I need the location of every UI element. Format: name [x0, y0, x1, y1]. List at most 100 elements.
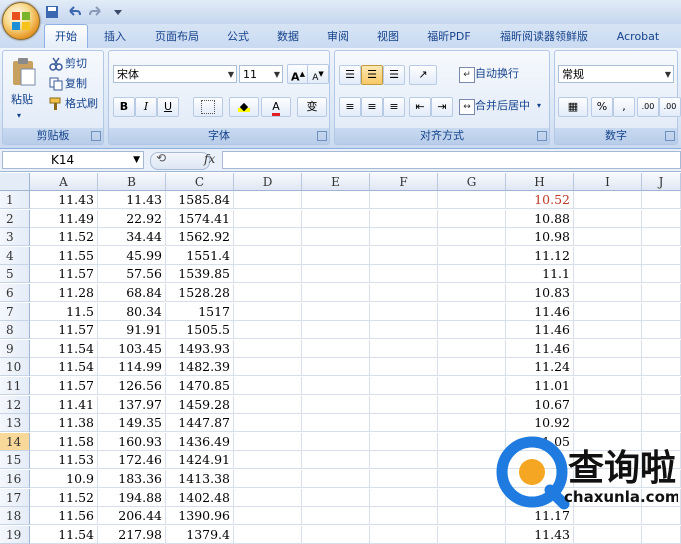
- cell-c17[interactable]: 1402.48: [166, 489, 234, 507]
- font-color-button[interactable]: A: [261, 97, 291, 117]
- cell-d10[interactable]: [234, 358, 302, 376]
- column-header-e[interactable]: E: [302, 173, 370, 191]
- cell-i6[interactable]: [574, 284, 642, 302]
- row-header[interactable]: 9: [0, 340, 30, 358]
- cell-d8[interactable]: [234, 321, 302, 339]
- cell-a6[interactable]: 11.28: [30, 284, 98, 302]
- font-name-dropdown-icon[interactable]: ▼: [228, 66, 234, 84]
- underline-button[interactable]: U: [157, 97, 179, 117]
- cell-b5[interactable]: 57.56: [98, 265, 166, 283]
- tab-foxit-pdf[interactable]: 福昕PDF: [420, 26, 478, 48]
- cut-button[interactable]: 剪切: [65, 55, 87, 73]
- cell-f11[interactable]: [370, 377, 438, 395]
- cell-i5[interactable]: [574, 265, 642, 283]
- tab-insert[interactable]: 插入: [97, 26, 133, 48]
- column-header-c[interactable]: C: [166, 173, 234, 191]
- grow-font-button[interactable]: A▲: [287, 64, 309, 84]
- formula-cancel-icon[interactable]: ⟲: [156, 151, 166, 165]
- row-header[interactable]: 8: [0, 321, 30, 339]
- cell-f6[interactable]: [370, 284, 438, 302]
- cell-b11[interactable]: 126.56: [98, 377, 166, 395]
- redo-icon[interactable]: [88, 4, 104, 20]
- cell-i3[interactable]: [574, 228, 642, 246]
- cell-j13[interactable]: [642, 414, 681, 432]
- font-size-combo[interactable]: 11 ▼: [239, 65, 283, 83]
- cell-a13[interactable]: 11.38: [30, 414, 98, 432]
- increase-indent-button[interactable]: ⇥: [431, 97, 453, 117]
- cell-f12[interactable]: [370, 396, 438, 414]
- cell-e16[interactable]: [302, 470, 370, 488]
- cell-d13[interactable]: [234, 414, 302, 432]
- row-header[interactable]: 1: [0, 191, 30, 209]
- cell-j8[interactable]: [642, 321, 681, 339]
- cell-e8[interactable]: [302, 321, 370, 339]
- cell-b6[interactable]: 68.84: [98, 284, 166, 302]
- clipboard-launcher-icon[interactable]: [91, 131, 101, 141]
- cell-e1[interactable]: [302, 191, 370, 209]
- cell-a19[interactable]: 11.54: [30, 526, 98, 544]
- cell-i12[interactable]: [574, 396, 642, 414]
- cell-g12[interactable]: [438, 396, 506, 414]
- cell-d14[interactable]: [234, 433, 302, 451]
- cell-d2[interactable]: [234, 210, 302, 228]
- format-painter-button[interactable]: 格式刷: [65, 95, 98, 113]
- align-center-button[interactable]: ≡: [361, 97, 383, 117]
- cell-b13[interactable]: 149.35: [98, 414, 166, 432]
- row-header[interactable]: 18: [0, 507, 30, 525]
- font-name-combo[interactable]: 宋体 ▼: [113, 65, 237, 83]
- cell-e3[interactable]: [302, 228, 370, 246]
- cell-b2[interactable]: 22.92: [98, 210, 166, 228]
- shrink-font-button[interactable]: A▼: [307, 64, 329, 84]
- merge-center-button[interactable]: 合并后居中: [475, 97, 530, 115]
- align-bottom-button[interactable]: ☰: [383, 65, 405, 85]
- cell-g13[interactable]: [438, 414, 506, 432]
- cell-d11[interactable]: [234, 377, 302, 395]
- cell-d3[interactable]: [234, 228, 302, 246]
- cell-f14[interactable]: [370, 433, 438, 451]
- row-header[interactable]: 7: [0, 303, 30, 321]
- cell-j7[interactable]: [642, 303, 681, 321]
- row-header[interactable]: 19: [0, 526, 30, 544]
- tab-foxit-reader[interactable]: 福昕阅读器领鲜版: [492, 26, 596, 48]
- cell-j1[interactable]: [642, 191, 681, 209]
- column-header-j[interactable]: J: [642, 173, 681, 191]
- name-box-dropdown-icon[interactable]: ▼: [133, 152, 140, 168]
- cell-g2[interactable]: [438, 210, 506, 228]
- cell-b1[interactable]: 11.43: [98, 191, 166, 209]
- cell-g5[interactable]: [438, 265, 506, 283]
- cell-e10[interactable]: [302, 358, 370, 376]
- tab-formulas[interactable]: 公式: [220, 26, 256, 48]
- align-top-button[interactable]: ☰: [339, 65, 361, 85]
- cell-j6[interactable]: [642, 284, 681, 302]
- merge-dropdown-icon[interactable]: ▾: [537, 97, 541, 115]
- row-header[interactable]: 17: [0, 489, 30, 507]
- cell-f7[interactable]: [370, 303, 438, 321]
- cell-a8[interactable]: 11.57: [30, 321, 98, 339]
- row-header[interactable]: 12: [0, 396, 30, 414]
- cell-e9[interactable]: [302, 340, 370, 358]
- cell-d6[interactable]: [234, 284, 302, 302]
- cell-e14[interactable]: [302, 433, 370, 451]
- office-button[interactable]: [2, 2, 40, 40]
- cell-c15[interactable]: 1424.91: [166, 451, 234, 469]
- cell-j19[interactable]: [642, 526, 681, 544]
- align-middle-button[interactable]: ☰: [361, 65, 383, 85]
- tab-review[interactable]: 审阅: [320, 26, 356, 48]
- cell-e11[interactable]: [302, 377, 370, 395]
- cell-i13[interactable]: [574, 414, 642, 432]
- select-all-corner[interactable]: [0, 173, 30, 191]
- cell-j12[interactable]: [642, 396, 681, 414]
- cell-b17[interactable]: 194.88: [98, 489, 166, 507]
- cell-h13[interactable]: 10.92: [506, 414, 574, 432]
- align-right-button[interactable]: ≡: [383, 97, 405, 117]
- paste-icon[interactable]: [11, 57, 37, 87]
- cell-c14[interactable]: 1436.49: [166, 433, 234, 451]
- bold-button[interactable]: B: [113, 97, 135, 117]
- cell-g10[interactable]: [438, 358, 506, 376]
- cell-i8[interactable]: [574, 321, 642, 339]
- cell-c18[interactable]: 1390.96: [166, 507, 234, 525]
- phonetic-button[interactable]: 变: [297, 97, 327, 117]
- cell-f10[interactable]: [370, 358, 438, 376]
- cell-c8[interactable]: 1505.5: [166, 321, 234, 339]
- cell-f13[interactable]: [370, 414, 438, 432]
